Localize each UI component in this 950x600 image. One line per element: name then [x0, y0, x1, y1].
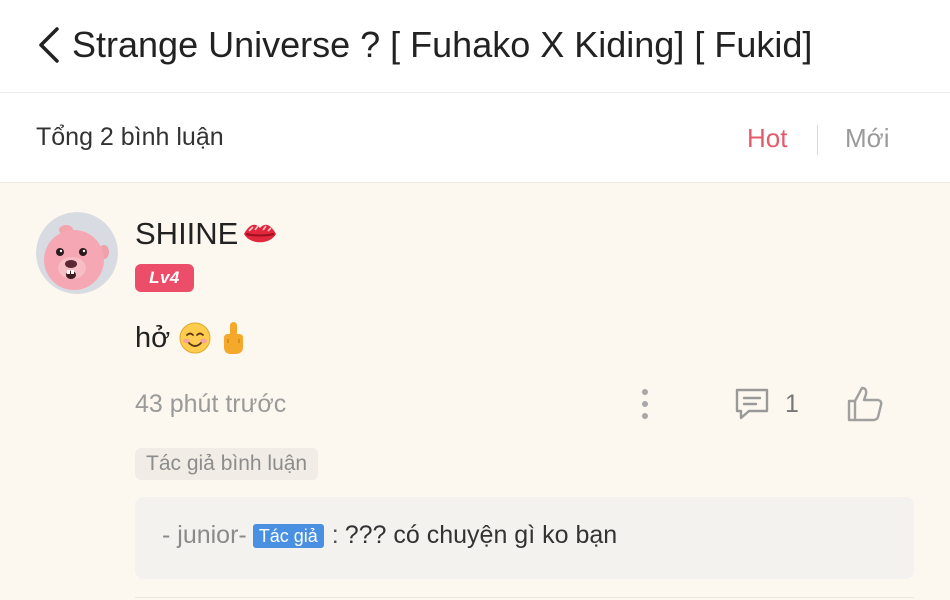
sort-new-tab[interactable]: Mới — [845, 123, 889, 154]
more-options-button[interactable] — [632, 386, 658, 422]
page-title: Strange Universe ? [ Fuhako X Kiding] [ … — [72, 24, 813, 65]
app-header: Strange Universe ? [ Fuhako X Kiding] [ … — [0, 0, 950, 93]
reply-separator: : — [331, 521, 339, 549]
smiling-face-icon — [179, 322, 211, 354]
divider — [135, 597, 914, 598]
reply-line: - junior- Tác giả : ??? có chuyện gì ko … — [162, 521, 617, 550]
back-button[interactable] — [32, 20, 66, 70]
reply-preview[interactable]: - junior- Tác giả : ??? có chuyện gì ko … — [135, 497, 914, 579]
more-vertical-icon — [642, 389, 648, 419]
reply-username[interactable]: - junior- — [162, 521, 247, 550]
username-text: SHIINE — [135, 216, 239, 251]
level-badge: Lv4 — [135, 264, 194, 292]
sort-hot-tab[interactable]: Hot — [747, 123, 787, 154]
comment-icon — [735, 388, 769, 420]
lips-icon — [244, 224, 277, 243]
comment-count: Tổng 2 bình luận — [36, 123, 224, 151]
comments-bar: Tổng 2 bình luận Hot Mới — [0, 93, 950, 183]
reply-count: 1 — [785, 389, 799, 418]
comment-content: hở — [135, 320, 246, 356]
middle-finger-icon — [224, 322, 244, 354]
author-comment-tag: Tác giả bình luận — [135, 448, 319, 480]
sort-divider — [817, 125, 818, 155]
reply-text: ??? có chuyện gì ko bạn — [344, 521, 618, 549]
chevron-left-icon — [39, 27, 59, 63]
thumbs-up-icon — [847, 386, 883, 422]
author-badge: Tác giả — [252, 523, 324, 548]
avatar[interactable] — [36, 212, 118, 294]
comment-text: hở — [135, 321, 171, 354]
comment-time: 43 phút trước — [135, 390, 287, 418]
reply-button[interactable]: 1 — [733, 384, 799, 424]
comment-username[interactable]: SHIINE — [135, 216, 278, 252]
pink-creature-avatar-icon — [36, 212, 118, 294]
like-button[interactable] — [845, 384, 885, 424]
